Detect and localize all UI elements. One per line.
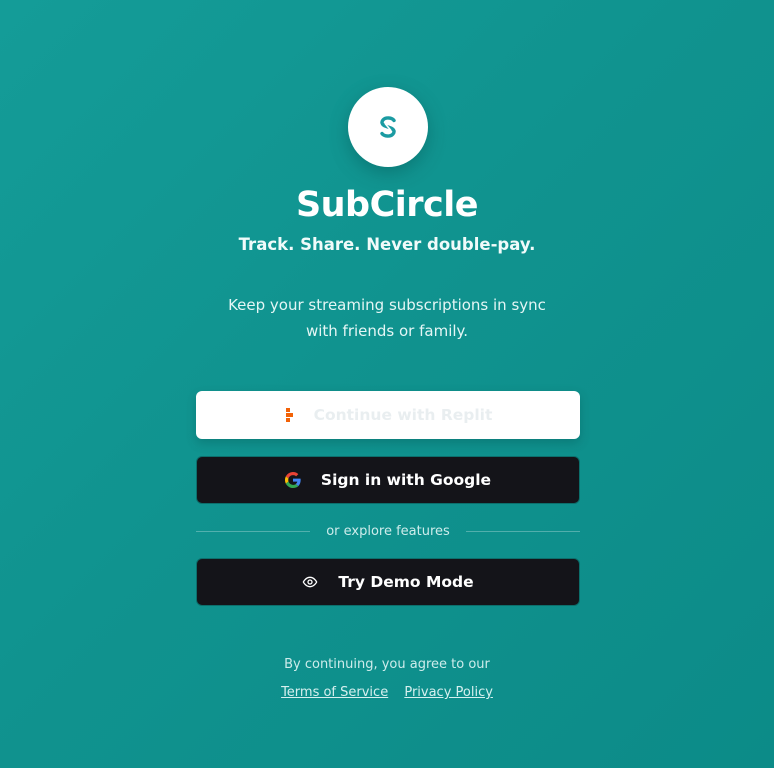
replit-icon [284,407,294,423]
app-title: SubCircle [295,185,479,225]
eye-icon [302,574,318,590]
divider-line-left [196,530,311,532]
try-demo-mode-button[interactable]: Try Demo Mode [196,558,580,606]
demo-button-label: Try Demo Mode [338,573,474,591]
terms-of-service-link[interactable]: Terms of Service [281,685,388,700]
google-button-label: Sign in with Google [320,471,492,489]
google-g-icon [284,472,301,488]
continue-with-replit-button[interactable]: Continue with Replit [196,391,580,439]
divider-text: or explore features [326,523,450,539]
replit-button-label: Continue with Replit [313,406,493,424]
login-page: SubCircle Track. Share. Never double-pay… [0,0,774,768]
app-description: Keep your streaming subscriptions in syn… [228,296,546,340]
subcircle-logo-icon [380,116,396,138]
divider-line-right [465,530,581,532]
sign-in-with-google-button[interactable]: Sign in with Google [196,456,580,504]
divider: or explore features [196,522,581,540]
legal-links: Terms of Service Privacy Policy [0,684,774,702]
privacy-policy-link[interactable]: Privacy Policy [404,685,493,700]
app-logo [348,87,428,167]
app-tagline: Track. Share. Never double-pay. [238,235,536,254]
legal-notice: By continuing, you agree to our [284,657,490,672]
